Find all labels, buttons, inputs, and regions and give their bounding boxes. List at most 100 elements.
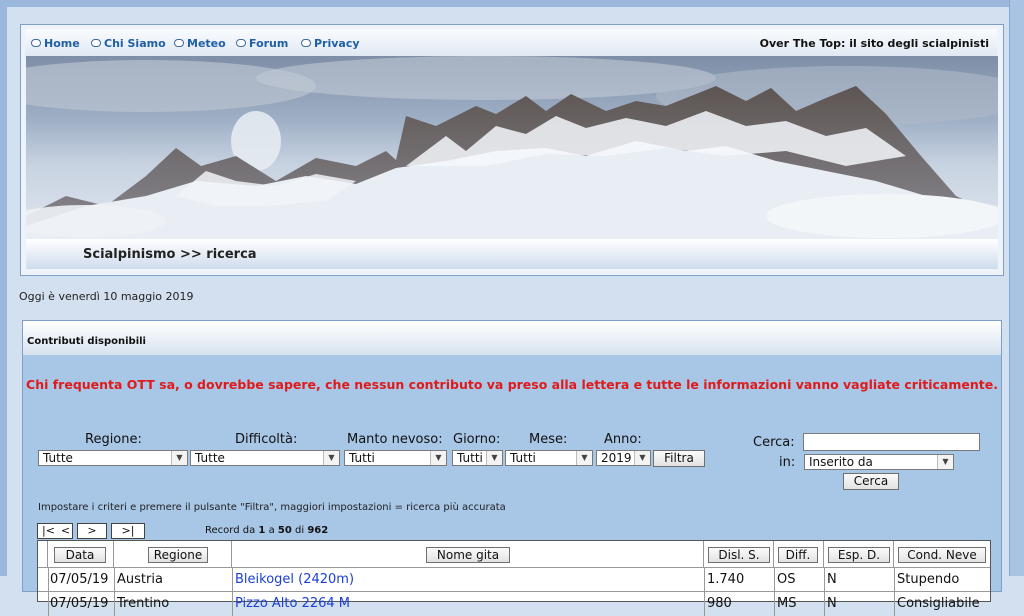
- record-prefix: Record da: [205, 525, 256, 536]
- mountain-banner-image: [26, 56, 998, 239]
- nav-privacy-label: Privacy: [314, 37, 360, 50]
- row-regione: Austria: [117, 572, 163, 587]
- table-row[interactable]: 07/05/19 Trentino Pizzo Alto 2264 M 980 …: [38, 591, 990, 616]
- giorno-select-value: Tutti: [457, 451, 483, 465]
- nav-home-link[interactable]: Home: [31, 37, 80, 50]
- row-disl: 980: [707, 596, 732, 611]
- column-divider: [774, 568, 775, 592]
- header-diff-cell: Diff.: [774, 541, 824, 567]
- mese-select-value: Tutti: [510, 451, 536, 465]
- nav-chi-siamo-label: Chi Siamo: [104, 37, 166, 50]
- sort-cond-neve-button[interactable]: Cond. Neve: [898, 547, 986, 563]
- record-from: 1: [258, 525, 266, 536]
- sort-disl-button[interactable]: Disl. S.: [708, 547, 770, 563]
- nav-forum-label: Forum: [249, 37, 289, 50]
- warning-message: Chi frequenta OTT sa, o dovrebbe sapere,…: [26, 377, 998, 392]
- chevron-down-icon: ▼: [634, 451, 650, 465]
- row-cond: Consigliabile: [897, 596, 980, 611]
- regione-select[interactable]: Tutte ▼: [38, 450, 188, 466]
- in-label: in:: [779, 455, 796, 470]
- nav-chi-siamo-link[interactable]: Chi Siamo: [91, 37, 166, 50]
- anno-label: Anno:: [604, 432, 642, 447]
- main-body: Chi frequenta OTT sa, o dovrebbe sapere,…: [23, 355, 1001, 616]
- manto-label: Manto nevoso:: [347, 432, 443, 447]
- row-nome-gita-link[interactable]: Pizzo Alto 2264 M: [235, 596, 350, 611]
- search-in-select-value: Inserito da: [809, 455, 873, 469]
- cerca-label: Cerca:: [753, 435, 795, 450]
- column-divider: [114, 568, 115, 592]
- sort-nome-gita-button[interactable]: Nome gita: [426, 547, 510, 563]
- table-header-spacer: [38, 541, 48, 567]
- header-box: Home Chi Siamo Meteo Forum Privacy Over …: [20, 24, 1004, 276]
- row-nome-gita-link[interactable]: Bleikogel (2420m): [235, 572, 354, 587]
- bullet-icon: [301, 39, 311, 47]
- next-page-button[interactable]: >: [77, 523, 107, 539]
- chevron-down-icon: ▼: [171, 451, 187, 465]
- bullet-icon: [91, 39, 101, 47]
- row-regione: Trentino: [117, 596, 170, 611]
- site-title: Over The Top: il sito degli scialpinisti: [759, 37, 989, 50]
- difficolta-label: Difficoltà:: [235, 432, 298, 447]
- row-esp: N: [827, 596, 837, 611]
- search-input[interactable]: [803, 433, 980, 451]
- table-row[interactable]: 07/05/19 Austria Bleikogel (2420m) 1.740…: [38, 567, 990, 592]
- nav-privacy-link[interactable]: Privacy: [301, 37, 360, 50]
- manto-select[interactable]: Tutti ▼: [344, 450, 447, 466]
- header-cond-cell: Cond. Neve: [894, 541, 990, 567]
- column-divider: [704, 568, 705, 592]
- mese-select[interactable]: Tutti ▼: [505, 450, 593, 466]
- bullet-icon: [174, 39, 184, 47]
- mese-label: Mese:: [529, 432, 568, 447]
- header-nome-cell: Nome gita: [232, 541, 704, 567]
- cerca-button[interactable]: Cerca: [843, 473, 899, 490]
- giorno-select[interactable]: Tutti ▼: [452, 450, 503, 466]
- filtra-button[interactable]: Filtra: [653, 450, 705, 467]
- row-esp: N: [827, 572, 837, 587]
- anno-select-value: 2019: [601, 451, 632, 465]
- column-divider: [48, 568, 49, 592]
- record-info: Record da 1 a 50 di 962: [205, 525, 328, 536]
- prev-page-button[interactable]: <: [59, 523, 73, 539]
- window-frame-left: [0, 0, 7, 576]
- sort-diff-button[interactable]: Diff.: [778, 547, 818, 563]
- main-header-title: Contributi disponibili: [27, 336, 146, 347]
- row-cond: Stupendo: [897, 572, 960, 587]
- giorno-label: Giorno:: [453, 432, 501, 447]
- window-frame-right: [1009, 0, 1024, 576]
- nav-meteo-link[interactable]: Meteo: [174, 37, 226, 50]
- search-in-select[interactable]: Inserito da ▼: [804, 454, 954, 470]
- column-divider: [894, 568, 895, 592]
- window-frame-top: [0, 0, 1024, 7]
- column-divider: [824, 568, 825, 592]
- anno-select[interactable]: 2019 ▼: [596, 450, 651, 466]
- column-divider: [824, 592, 825, 616]
- column-divider: [232, 592, 233, 616]
- row-diff: MS: [777, 596, 797, 611]
- header-regione-cell: Regione: [114, 541, 232, 567]
- section-title-bar: Scialpinismo >> ricerca: [26, 239, 998, 269]
- sort-data-button[interactable]: Data: [54, 547, 106, 563]
- filter-hint: Impostare i criteri e premere il pulsant…: [38, 502, 506, 513]
- last-page-button[interactable]: >|: [111, 523, 145, 539]
- record-a: a: [268, 525, 275, 536]
- difficolta-select[interactable]: Tutte ▼: [190, 450, 340, 466]
- nav-forum-link[interactable]: Forum: [236, 37, 288, 50]
- column-divider: [48, 592, 49, 616]
- regione-label: Regione:: [85, 432, 142, 447]
- row-data: 07/05/19: [50, 572, 109, 587]
- section-title: Scialpinismo >> ricerca: [83, 247, 257, 262]
- row-data: 07/05/19: [50, 596, 109, 611]
- current-date: Oggi è venerdì 10 maggio 2019: [19, 290, 194, 303]
- bullet-icon: [236, 39, 246, 47]
- chevron-down-icon: ▼: [576, 451, 592, 465]
- column-divider: [774, 592, 775, 616]
- header-data-cell: Data: [48, 541, 114, 567]
- mountain-panorama-icon: [26, 56, 998, 239]
- sort-esp-button[interactable]: Esp. D.: [828, 547, 890, 563]
- chevron-down-icon: ▼: [937, 455, 953, 469]
- sort-regione-button[interactable]: Regione: [148, 547, 208, 563]
- first-page-button[interactable]: |<: [37, 523, 59, 539]
- record-total: 962: [307, 525, 329, 536]
- main-header: Contributi disponibili: [23, 321, 1001, 355]
- header-esp-cell: Esp. D.: [824, 541, 894, 567]
